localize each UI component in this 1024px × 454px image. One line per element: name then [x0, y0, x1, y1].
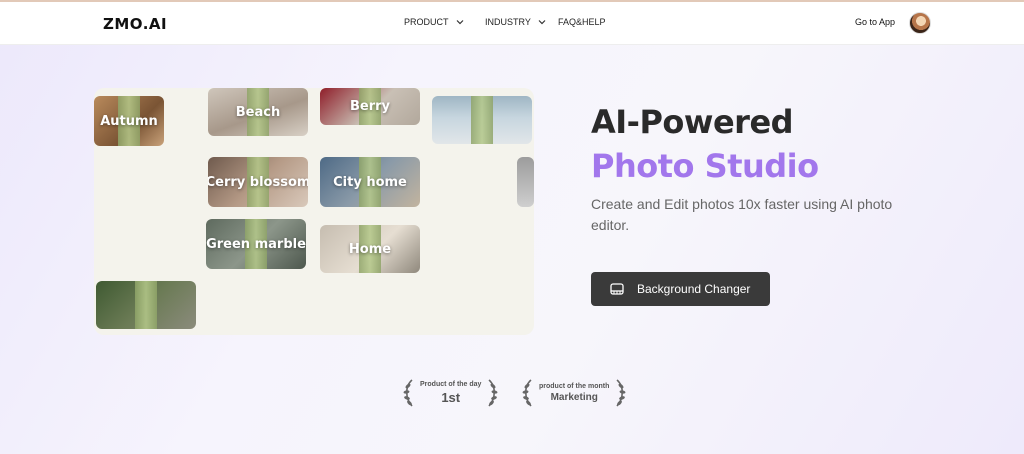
gallery-tile-autumn[interactable]: Autumn: [94, 96, 164, 146]
hero-title-line1: AI-Powered: [591, 103, 794, 141]
award-caption: product of the month: [539, 383, 610, 390]
product-tube: [135, 281, 157, 329]
tile-caption: City home: [333, 174, 407, 190]
laurel-left-icon: [522, 379, 532, 407]
tile-caption: Autumn: [100, 113, 158, 129]
gallery-tile-outdoor[interactable]: [96, 281, 196, 329]
award-value: Marketing: [550, 392, 598, 403]
gallery-tile-beach[interactable]: Beach: [208, 88, 308, 136]
chevron-down-icon: [456, 20, 463, 25]
nav-industry-label: INDUSTRY: [485, 17, 531, 27]
gallery-tile-green-marble[interactable]: Green marble: [206, 219, 306, 269]
top-navbar: ZMO.AI PRODUCT INDUSTRY FAQ&HELP Go to A…: [0, 2, 1024, 45]
chevron-down-icon: [538, 20, 546, 25]
laurel-left-icon: [403, 379, 413, 407]
nav-product[interactable]: PRODUCT: [404, 17, 465, 27]
hero-title-line2: Photo Studio: [591, 147, 819, 185]
nav-industry[interactable]: INDUSTRY: [485, 17, 547, 27]
award-text: Product of the day 1st: [420, 381, 481, 405]
avatar[interactable]: [909, 12, 931, 34]
nav-faq-label: FAQ&HELP: [558, 17, 606, 27]
tile-caption: Beach: [235, 104, 281, 120]
award-product-of-month: product of the month Marketing: [521, 378, 627, 408]
tile-caption: Cerry blossom: [208, 174, 308, 190]
tile-caption: Berry: [349, 99, 391, 114]
laurel-right-icon: [616, 379, 626, 407]
hero-subtitle: Create and Edit photos 10x faster using …: [591, 196, 893, 233]
go-to-app-link[interactable]: Go to App: [855, 17, 895, 27]
laurel-right-icon: [488, 379, 498, 407]
award-product-of-day: Product of the day 1st: [402, 378, 499, 408]
tile-caption: Green marble: [206, 236, 306, 252]
background-changer-button[interactable]: Background Changer: [591, 272, 770, 306]
nav-faq-help[interactable]: FAQ&HELP: [558, 17, 606, 27]
product-tube: [471, 96, 493, 144]
gallery-tile-sea[interactable]: [432, 96, 532, 144]
nav-product-label: PRODUCT: [404, 17, 449, 27]
cta-label: Background Changer: [637, 282, 751, 296]
image-frame-icon: [610, 283, 624, 295]
gallery-tile-berry[interactable]: Berry: [320, 88, 420, 125]
gallery-tile-city-home[interactable]: City home: [320, 157, 420, 207]
gallery-tile-partial[interactable]: [517, 157, 534, 207]
gallery-tile-cerry-blossom[interactable]: Cerry blossom: [208, 157, 308, 207]
award-value: 1st: [441, 390, 461, 405]
award-text: product of the month Marketing: [539, 383, 609, 403]
product-gallery: Autumn Beach Berry Cerry blossom City ho…: [94, 88, 534, 335]
tile-caption: Home: [348, 241, 392, 257]
gallery-tile-home[interactable]: Home: [320, 225, 420, 273]
logo[interactable]: ZMO.AI: [103, 15, 167, 33]
award-caption: Product of the day: [420, 381, 482, 388]
